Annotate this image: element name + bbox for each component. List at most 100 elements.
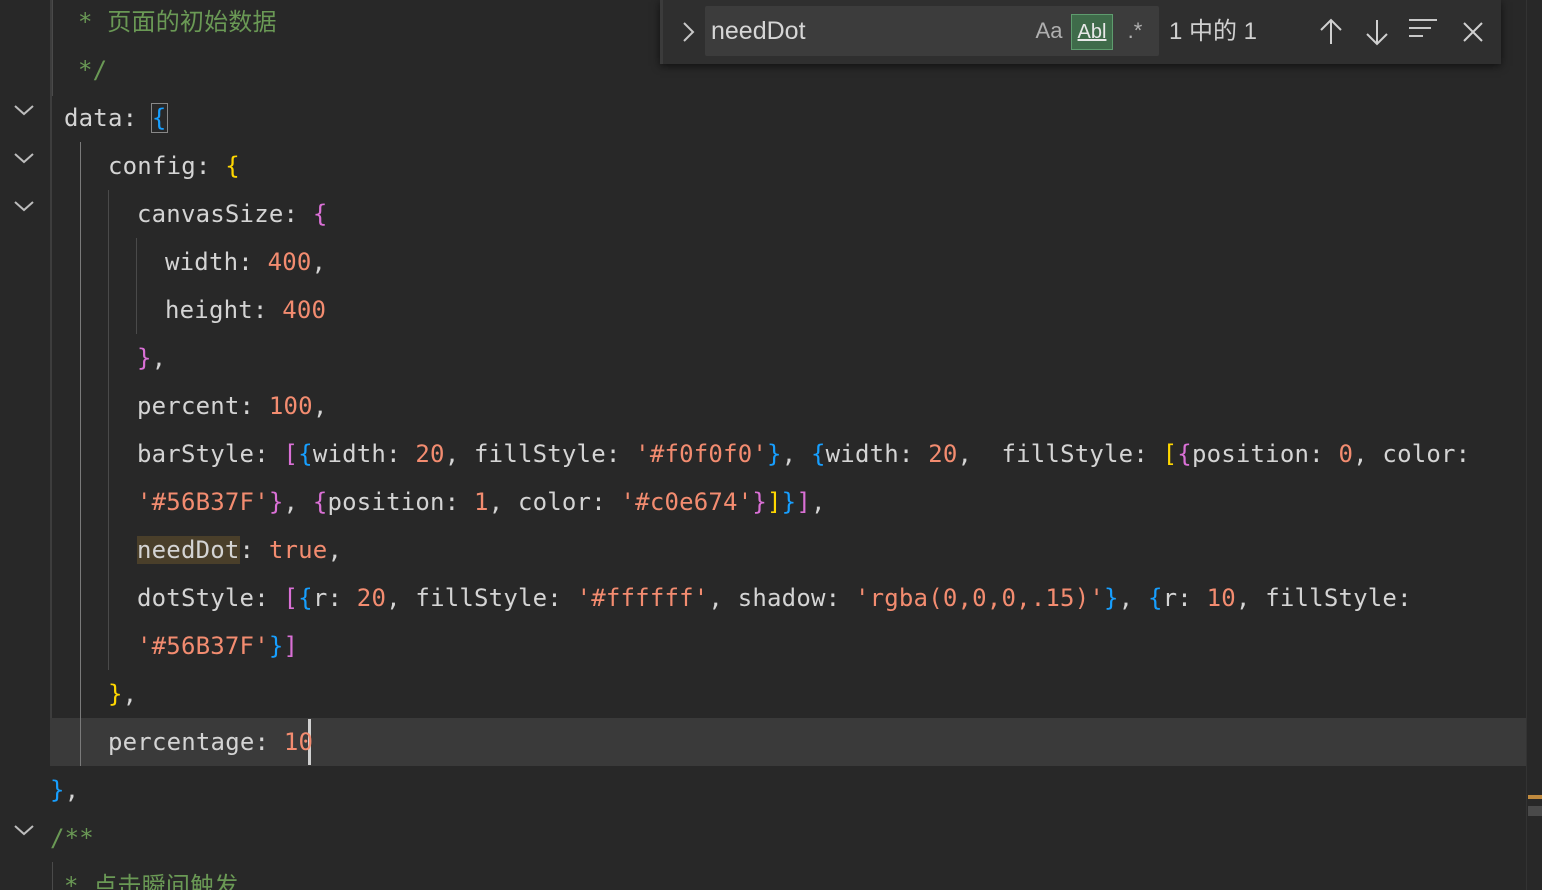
close-find-button[interactable]: [1455, 14, 1491, 50]
code-line[interactable]: },: [108, 670, 137, 718]
code-line[interactable]: height: 400: [165, 286, 326, 334]
find-input[interactable]: needDot Aa Abl .*: [705, 6, 1159, 56]
code-line[interactable]: },: [137, 334, 166, 382]
scrollbar-cursor-marker: [1528, 806, 1542, 816]
code-token: {: [1177, 440, 1192, 468]
indent-guide: [52, 0, 53, 96]
code-line[interactable]: dotStyle: [{r: 20, fillStyle: '#ffffff',…: [137, 574, 1412, 622]
previous-match-button[interactable]: [1313, 14, 1349, 50]
indent-guide-active: [80, 142, 81, 766]
code-token: :: [254, 584, 284, 612]
code-line[interactable]: config: {: [108, 142, 240, 190]
code-token: color: [517, 488, 592, 516]
code-token: canvasSize: [137, 200, 284, 228]
find-widget: needDot Aa Abl .* 1 中的 1: [660, 0, 1501, 64]
code-token: :: [195, 152, 226, 180]
code-token: needDot: [137, 536, 240, 564]
code-token: {: [150, 103, 168, 133]
code-token: :: [1309, 440, 1339, 468]
code-line[interactable]: barStyle: [{width: 20, fillStyle: '#f0f0…: [137, 430, 1470, 478]
code-token: :: [239, 392, 269, 420]
code-token: ,: [1235, 584, 1266, 612]
code-token: '#c0e674': [620, 488, 753, 516]
code-token: {: [1147, 584, 1163, 612]
code-token: {: [810, 440, 826, 468]
code-editor[interactable]: * 页面的初始数据 */data: {config: {canvasSize: {…: [50, 0, 1526, 890]
scrollbar-find-match-marker: [1528, 795, 1542, 799]
code-token: :: [386, 440, 416, 468]
code-token: '#f0f0f0': [635, 440, 768, 468]
code-token: 10: [1206, 584, 1236, 612]
code-token: '#ffffff': [576, 584, 709, 612]
code-token: ,: [708, 584, 738, 612]
code-token: [: [283, 440, 299, 468]
use-regex-toggle[interactable]: .*: [1117, 14, 1153, 48]
code-token: ,: [444, 440, 475, 468]
code-line[interactable]: data: {: [64, 94, 168, 142]
code-token: position: [1191, 440, 1310, 468]
code-token: * 点击瞬间触发: [64, 872, 239, 890]
code-token: :: [239, 536, 269, 564]
code-line[interactable]: percent: 100,: [137, 382, 327, 430]
fold-chevron-down-icon[interactable]: [12, 820, 36, 840]
code-token: r: [312, 584, 328, 612]
code-token: /**: [50, 824, 94, 852]
find-result-count: 1 中的 1: [1169, 18, 1258, 45]
code-line[interactable]: /**: [50, 814, 94, 862]
code-line[interactable]: '#56B37F'}, {position: 1, color: '#c0e67…: [137, 478, 826, 526]
code-token: :: [591, 488, 621, 516]
code-token: r: [1162, 584, 1178, 612]
find-in-selection-button[interactable]: [1405, 14, 1441, 50]
code-line[interactable]: * 点击瞬间触发: [64, 862, 239, 890]
code-line[interactable]: canvasSize: {: [137, 190, 327, 238]
code-line[interactable]: },: [50, 766, 79, 814]
vertical-scrollbar[interactable]: [1526, 0, 1542, 890]
code-token: ,: [327, 536, 343, 564]
code-line[interactable]: needDot: true,: [137, 526, 342, 574]
next-match-button[interactable]: [1359, 14, 1395, 50]
code-token: {: [298, 440, 313, 468]
arrow-down-icon: [1366, 20, 1388, 46]
code-token: width: [312, 440, 387, 468]
code-token: ,: [312, 392, 328, 420]
code-token: 400: [267, 248, 312, 276]
code-token: fillStyle: [415, 584, 548, 612]
code-token: dotStyle: [137, 584, 255, 612]
code-line[interactable]: */: [78, 46, 107, 94]
code-token: ,: [311, 248, 327, 276]
code-token: ,: [781, 440, 811, 468]
code-line[interactable]: percentage: 10: [108, 718, 313, 766]
code-token: [: [1162, 440, 1178, 468]
match-whole-word-toggle[interactable]: Abl: [1071, 14, 1113, 50]
code-token: percent: [137, 392, 240, 420]
code-line[interactable]: width: 400,: [165, 238, 326, 286]
fold-chevron-down-icon[interactable]: [12, 100, 36, 120]
code-token: }: [767, 440, 782, 468]
code-token: 400: [282, 296, 327, 324]
code-token: :: [254, 728, 284, 756]
code-token: 20: [928, 440, 958, 468]
code-token: :: [444, 488, 474, 516]
code-token: fillStyle: [474, 440, 606, 468]
fold-chevron-down-icon[interactable]: [12, 148, 36, 168]
code-token: :: [1133, 440, 1163, 468]
code-token: '#56B37F': [137, 488, 269, 516]
code-line[interactable]: '#56B37F'}]: [137, 622, 298, 670]
code-token: 20: [415, 440, 445, 468]
match-case-toggle[interactable]: Aa: [1031, 14, 1067, 48]
code-token: :: [1177, 584, 1207, 612]
code-token: width: [825, 440, 899, 468]
code-token: :: [283, 200, 313, 228]
code-token: {: [298, 584, 313, 612]
code-token: }: [108, 680, 123, 708]
code-token: :: [327, 584, 357, 612]
code-line[interactable]: * 页面的初始数据: [78, 0, 277, 46]
fold-chevron-down-icon[interactable]: [12, 196, 36, 216]
code-token: ,: [957, 440, 1002, 468]
code-token: ,: [122, 680, 138, 708]
code-token: data: [64, 104, 123, 132]
code-token: ,: [488, 488, 518, 516]
code-token: barStyle: [137, 440, 255, 468]
toggle-replace-button[interactable]: [673, 16, 703, 48]
indent-guide: [52, 862, 53, 890]
